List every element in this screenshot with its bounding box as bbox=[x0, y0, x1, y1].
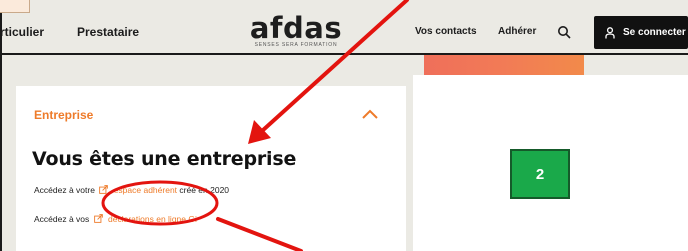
orange-banner-strip bbox=[424, 55, 584, 75]
user-icon bbox=[605, 26, 615, 38]
se-connecter-button[interactable]: Se connecter bbox=[594, 16, 688, 49]
corner-box bbox=[0, 0, 30, 13]
chevron-up-icon[interactable] bbox=[361, 108, 379, 120]
line1-suffix: créé en 2020 bbox=[179, 185, 230, 195]
left-gutter bbox=[2, 55, 16, 251]
nav-vos-contacts[interactable]: Vos contacts bbox=[415, 26, 477, 37]
espace-adherent-line: Accédez à votre espace adhérent créé en … bbox=[34, 185, 229, 195]
site-header: rticulier Prestataire afdas SENSES SERA … bbox=[0, 13, 688, 53]
nav-adherer[interactable]: Adhérer bbox=[498, 26, 536, 37]
section-label-entreprise[interactable]: Entreprise bbox=[34, 108, 93, 122]
espace-adherent-link[interactable]: espace adhérent bbox=[114, 185, 177, 195]
external-link-icon bbox=[93, 214, 103, 223]
annotation-badge: 2 bbox=[510, 149, 570, 199]
header-divider bbox=[0, 53, 688, 55]
entreprise-card: Entreprise Vous êtes une entreprise Accé… bbox=[16, 86, 406, 251]
logo-tagline: SENSES SERA FORMATION bbox=[254, 42, 338, 48]
nav-prestataire[interactable]: Prestataire bbox=[77, 25, 139, 39]
left-border bbox=[0, 13, 2, 251]
card-title: Vous êtes une entreprise bbox=[32, 148, 297, 170]
declarations-link[interactable]: déclarations en ligne Gi bbox=[108, 214, 197, 224]
line2-prefix: Accédez à vos bbox=[34, 214, 90, 224]
se-connecter-label: Se connecter bbox=[623, 27, 686, 38]
logo-wordmark: afdas bbox=[249, 11, 343, 45]
nav-particulier[interactable]: rticulier bbox=[0, 25, 44, 39]
external-link-icon bbox=[99, 185, 109, 194]
search-icon[interactable] bbox=[557, 25, 571, 39]
afdas-logo[interactable]: afdas SENSES SERA FORMATION bbox=[246, 13, 346, 48]
line1-prefix: Accédez à votre bbox=[34, 185, 95, 195]
declarations-line: Accédez à vos déclarations en ligne Gi bbox=[34, 214, 197, 224]
